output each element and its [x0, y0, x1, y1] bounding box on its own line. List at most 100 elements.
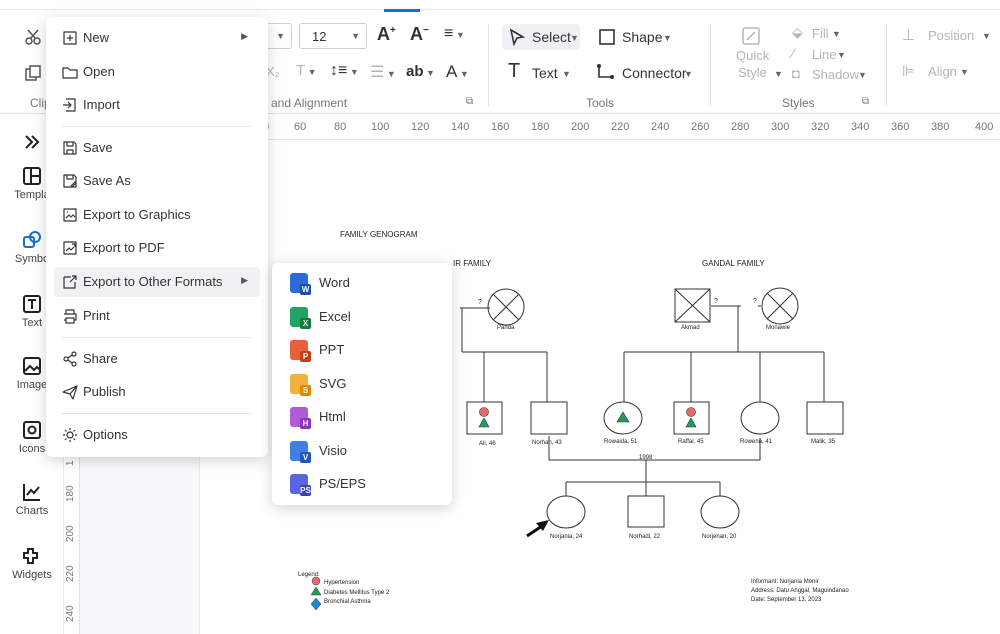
- export-format-label: Word: [319, 275, 350, 290]
- export-format-label: SVG: [319, 376, 347, 391]
- svg-file-icon: S: [290, 374, 311, 396]
- menu-item-export-to-graphics[interactable]: Export to Graphics: [54, 200, 260, 230]
- person-ali[interactable]: [466, 401, 503, 435]
- person-norhadi[interactable]: [627, 495, 665, 528]
- menu-item-save[interactable]: Save: [54, 133, 260, 163]
- chevron-down-icon: ▼: [832, 29, 841, 39]
- menu-item-label: Options: [83, 427, 128, 442]
- sidebar-item-charts[interactable]: Charts: [0, 482, 64, 517]
- icons-icon: [22, 420, 42, 440]
- line-button[interactable]: ⁄ Line ▼: [792, 45, 862, 65]
- horizontal-ruler: 0608010012014016018020022024026028030032…: [200, 114, 1000, 140]
- line-spacing-icon[interactable]: ↕≡ ▼: [330, 62, 359, 80]
- informant-text: Informant: Norjania Monir: [751, 579, 819, 585]
- person-malik[interactable]: [806, 401, 844, 435]
- connector-icon: [597, 64, 614, 79]
- sidebar-item-widgets[interactable]: Widgets: [0, 546, 64, 581]
- fill-button[interactable]: ⬙ Fill ▼: [792, 24, 862, 44]
- shadow-button[interactable]: ◘ Shadow ▼: [792, 65, 872, 85]
- align-button[interactable]: ⊫ Align ▼: [902, 62, 982, 82]
- text-t-icon: T: [508, 60, 521, 82]
- cut-icon[interactable]: [24, 28, 42, 46]
- subscript-icon[interactable]: X₂: [266, 64, 280, 79]
- position-button[interactable]: ⊥ Position ▼: [902, 26, 992, 46]
- name-parida: Parida: [497, 325, 515, 331]
- menu-item-share[interactable]: Share: [54, 344, 260, 374]
- family-left-title: IR FAMILY: [453, 259, 492, 268]
- widgets-icon: [22, 546, 42, 566]
- menu-item-new[interactable]: New ▶: [54, 23, 260, 53]
- divider: [710, 24, 711, 106]
- ruler-tick-label: 1: [65, 460, 76, 466]
- menu-item-options[interactable]: Options: [54, 420, 260, 450]
- shape-label: Shape: [622, 29, 663, 45]
- copy-icon[interactable]: [24, 64, 42, 82]
- diabetes-marker: [685, 417, 697, 428]
- children-line: [565, 481, 721, 496]
- menu-item-label: Save As: [83, 173, 131, 188]
- export-format-html[interactable]: H Html: [280, 401, 444, 431]
- text-align-icon[interactable]: ≡ ▼: [444, 25, 465, 43]
- quick-style-button[interactable]: Quick Style ▼: [728, 26, 784, 86]
- ppt-file-icon: P: [290, 340, 311, 362]
- deceased-mark: [492, 293, 520, 321]
- export-format-excel[interactable]: X Excel: [280, 301, 444, 331]
- menu-item-print[interactable]: Print: [54, 301, 260, 331]
- legend-hypertension: Hypertension: [324, 580, 359, 586]
- select-tool-button[interactable]: Select ▼: [502, 24, 580, 50]
- ruler-tick-label: 240: [651, 121, 670, 133]
- menu-item-save-as[interactable]: Save As: [54, 166, 260, 196]
- person-norjehan[interactable]: [700, 495, 740, 529]
- increase-font-icon[interactable]: A+: [377, 24, 396, 45]
- text-tool-button[interactable]: T Text ▼: [508, 60, 574, 86]
- export-format-word[interactable]: W Word: [280, 267, 444, 297]
- font-size-combo[interactable]: 12 ▼: [299, 23, 367, 49]
- menu-item-publish[interactable]: Publish: [54, 377, 260, 407]
- export-formats-submenu: W Word X Excel P PPT S SVG H Html V Visio PS PS/EPS: [272, 263, 452, 505]
- image-icon: [22, 356, 42, 376]
- ruler-tick-label: 140: [451, 121, 470, 133]
- legend-title: Legend:: [298, 572, 320, 578]
- person-rowena[interactable]: [740, 401, 780, 435]
- menu-item-import[interactable]: Import: [54, 90, 260, 120]
- menu-item-open[interactable]: Open: [54, 57, 260, 87]
- address-text: Address: Datu Anggal, Maguindanao: [751, 588, 849, 594]
- decrease-font-icon[interactable]: A−: [410, 24, 429, 45]
- expand-font-group-icon[interactable]: ⧉: [466, 96, 473, 107]
- quick-style-label: Quick: [736, 48, 770, 63]
- bullet-list-icon[interactable]: ☰ ▼: [370, 62, 396, 82]
- chevron-down-icon: ▼: [858, 70, 867, 80]
- submenu-arrow-icon: ▶: [241, 275, 248, 285]
- name-rowaida: Rowaida, 51: [604, 439, 638, 445]
- export-format-label: Excel: [319, 309, 351, 324]
- menu-item-export-to-other-formats[interactable]: Export to Other Formats ▶: [54, 267, 260, 297]
- ruler-tick-label: 280: [731, 121, 750, 133]
- chevron-down-icon: ▼: [684, 69, 693, 79]
- person-raffai[interactable]: [673, 401, 710, 435]
- person-norhan[interactable]: [530, 401, 568, 435]
- legend-diabetes-icon: [310, 586, 322, 596]
- font-color-icon[interactable]: A ▼: [446, 62, 469, 82]
- export-format-ppt[interactable]: P PPT: [280, 334, 444, 364]
- ruler-tick-label: 220: [611, 121, 630, 133]
- export-format-visio[interactable]: V Visio: [280, 435, 444, 465]
- export-format-svg[interactable]: S SVG: [280, 368, 444, 398]
- chevron-down-icon: ▼: [982, 31, 991, 41]
- legend-asthma: Bronchial Asthma: [324, 599, 371, 605]
- person-norjania[interactable]: [546, 495, 586, 529]
- chevron-down-icon: ▼: [774, 69, 783, 79]
- menu-item-label: Export to Graphics: [83, 207, 191, 222]
- visio-file-icon: V: [290, 441, 311, 463]
- name-norjania: Norjania, 24: [550, 534, 583, 540]
- expand-styles-group-icon[interactable]: ⧉: [862, 96, 869, 107]
- chevron-down-icon: ▼: [562, 69, 571, 79]
- publish-icon: [62, 385, 78, 400]
- export-format-ps-eps[interactable]: PS PS/EPS: [280, 468, 444, 498]
- text-height-icon[interactable]: T ▼: [296, 62, 317, 79]
- text-style-icon[interactable]: ab ▼: [406, 63, 435, 80]
- menu-item-export-to-pdf[interactable]: Export to PDF: [54, 233, 260, 263]
- shape-tool-button[interactable]: Shape ▼: [597, 24, 677, 50]
- connector-tool-button[interactable]: Connector ▼: [596, 60, 696, 86]
- fill-label: Fill: [812, 26, 829, 41]
- quick-style-label-2: Style: [738, 65, 767, 80]
